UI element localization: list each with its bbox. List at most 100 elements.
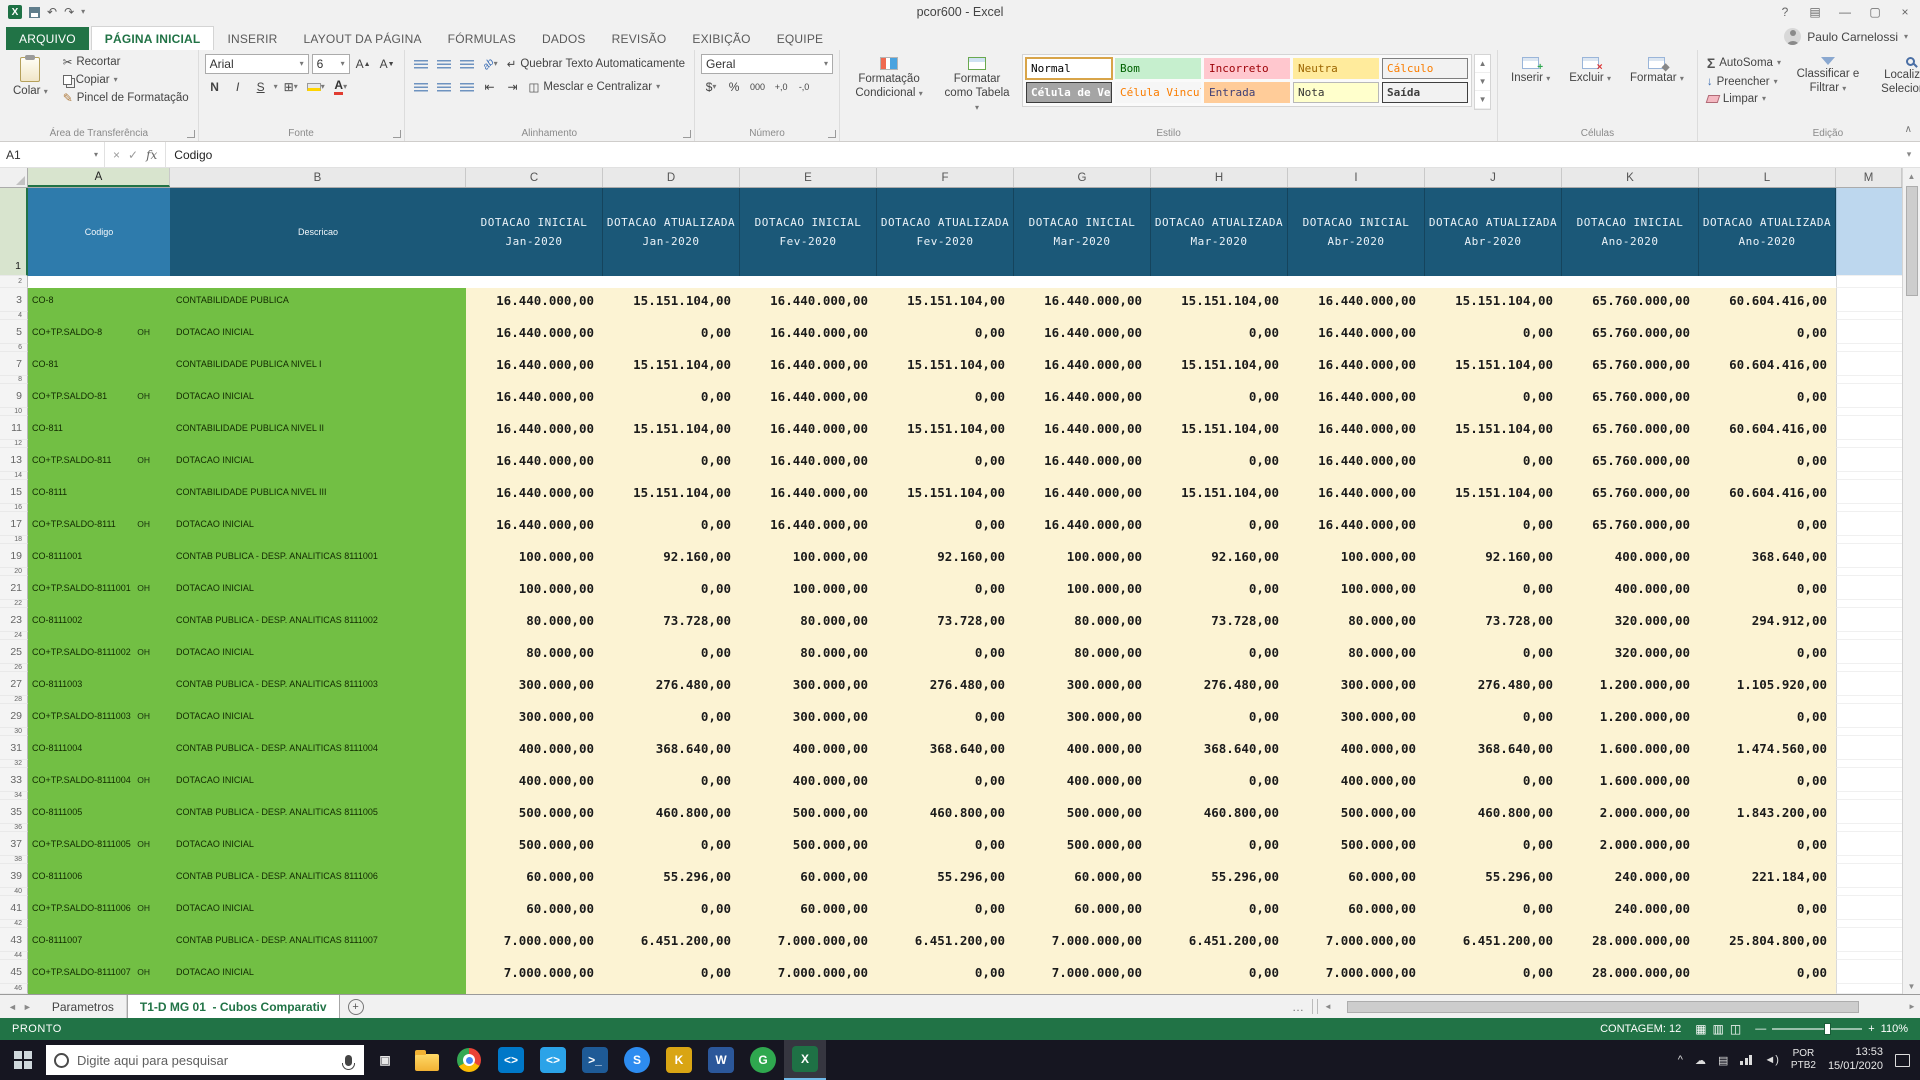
cell-value[interactable]: 0,00 [603, 960, 740, 984]
cell-value-empty[interactable] [1425, 760, 1562, 768]
cell-value-empty[interactable] [1562, 600, 1699, 608]
cell-desc-empty[interactable] [170, 632, 466, 640]
cell-value-empty[interactable] [603, 920, 740, 928]
cell-value-empty[interactable] [877, 408, 1014, 416]
cell-value-empty[interactable] [466, 696, 603, 704]
sheet-tab-parametros[interactable]: Parametros [40, 995, 127, 1018]
cell-value-empty[interactable] [877, 344, 1014, 352]
cell-value[interactable]: 2.000.000,00 [1562, 832, 1699, 856]
cell-value-empty[interactable] [1288, 888, 1425, 896]
vertical-scroll-thumb[interactable] [1906, 186, 1918, 296]
cell-value-empty[interactable] [603, 376, 740, 384]
cell-value[interactable]: 368.640,00 [1151, 736, 1288, 760]
cell-value-empty[interactable] [1699, 440, 1836, 448]
cell-value[interactable]: 7.000.000,00 [1288, 960, 1425, 984]
insert-cells-button[interactable]: + Inserir ▾ [1504, 54, 1557, 89]
cell-value-empty[interactable] [1014, 984, 1151, 994]
row-header-41[interactable]: 41 [0, 896, 28, 920]
cell-value[interactable]: 60.000,00 [740, 864, 877, 888]
normal-view-icon[interactable]: ▦ [1695, 1022, 1706, 1036]
blue-round-app-icon[interactable]: S [616, 1040, 658, 1080]
format-as-table-button[interactable]: Formatar como Tabela ▾ [937, 54, 1017, 117]
cell-value-empty[interactable] [1425, 696, 1562, 704]
cell-value-empty[interactable] [466, 856, 603, 864]
cell-value[interactable]: 400.000,00 [466, 768, 603, 792]
cell-value[interactable]: 300.000,00 [1014, 704, 1151, 728]
cell-style-incorreto[interactable]: Incorreto [1204, 58, 1290, 79]
row-header-17[interactable]: 17 [0, 512, 28, 536]
cell-value-empty[interactable] [740, 920, 877, 928]
row-header-22[interactable]: 22 [0, 600, 28, 608]
cell-value-empty[interactable] [1151, 696, 1288, 704]
cell-value-empty[interactable] [877, 984, 1014, 994]
cell-value-empty[interactable] [1425, 888, 1562, 896]
cell-value-empty[interactable] [1425, 312, 1562, 320]
cell-value[interactable]: 7.000.000,00 [1014, 960, 1151, 984]
cell-value[interactable]: 1.105.920,00 [1699, 672, 1836, 696]
cell-desc-empty[interactable] [170, 344, 466, 352]
cell-desc[interactable]: DOTACAO INICIAL [170, 448, 466, 472]
cell-code-empty[interactable] [28, 984, 170, 994]
cell-value-empty[interactable] [466, 824, 603, 832]
onedrive-cloud-icon[interactable]: ☁ [1695, 1054, 1706, 1067]
merge-center-button[interactable]: ◫Mesclar e Centralizar ▾ [526, 79, 664, 95]
cell-value-empty[interactable] [1014, 664, 1151, 672]
align-middle-button[interactable] [434, 54, 454, 74]
header-cell-period-3[interactable]: DOTACAO INICIALFev-2020 [740, 188, 877, 276]
cell-value-empty[interactable] [1151, 920, 1288, 928]
cell-code[interactable]: CO-8111006 [28, 864, 170, 888]
row-header-44[interactable]: 44 [0, 952, 28, 960]
cell-style-c-lculo[interactable]: Cálculo [1382, 58, 1468, 79]
search-input[interactable] [77, 1053, 337, 1068]
cell-value[interactable]: 16.440.000,00 [1288, 384, 1425, 408]
cell-value[interactable]: 15.151.104,00 [877, 352, 1014, 376]
cell-value-empty[interactable] [1699, 408, 1836, 416]
font-dialog-launcher-icon[interactable] [393, 130, 401, 138]
cell-value-empty[interactable] [1562, 472, 1699, 480]
align-left-button[interactable] [411, 77, 431, 97]
cell-empty[interactable] [1836, 384, 1902, 408]
cell-value-empty[interactable] [466, 952, 603, 960]
cell-value-empty[interactable] [603, 952, 740, 960]
cell-value[interactable]: 0,00 [603, 896, 740, 920]
name-box[interactable]: A1▾ [0, 142, 105, 167]
cell-value[interactable]: 7.000.000,00 [1288, 928, 1425, 952]
zoom-level[interactable]: 110% [1881, 1023, 1908, 1035]
cell-code[interactable]: CO-811 [28, 416, 170, 440]
cell-desc[interactable]: CONTAB PUBLICA - DESP. ANALITICAS 811100… [170, 736, 466, 760]
cell-value-empty[interactable] [1288, 952, 1425, 960]
cell-code[interactable]: CO-8111002 [28, 608, 170, 632]
action-center-icon[interactable] [1895, 1054, 1910, 1067]
cell-value-empty[interactable] [603, 568, 740, 576]
cell-value-empty[interactable] [1699, 344, 1836, 352]
cell-value[interactable]: 0,00 [1151, 896, 1288, 920]
cell-desc-empty[interactable] [170, 728, 466, 736]
cell-style-entrada[interactable]: Entrada [1204, 82, 1290, 103]
cell-value[interactable]: 16.440.000,00 [466, 352, 603, 376]
cell-value-empty[interactable] [466, 276, 603, 288]
cell-value[interactable]: 73.728,00 [1151, 608, 1288, 632]
cell-value-empty[interactable] [1014, 856, 1151, 864]
cell-value[interactable]: 2.000.000,00 [1562, 800, 1699, 824]
column-header-C[interactable]: C [466, 168, 603, 187]
cell-value[interactable]: 100.000,00 [1288, 576, 1425, 600]
cell-value-empty[interactable] [1288, 696, 1425, 704]
cell-code-empty[interactable] [28, 376, 170, 384]
cell-empty[interactable] [1836, 288, 1902, 312]
cell-value-empty[interactable] [1014, 696, 1151, 704]
row-header-36[interactable]: 36 [0, 824, 28, 832]
autosum-button[interactable]: ΣAutoSoma ▾ [1704, 54, 1784, 72]
cell-desc[interactable]: CONTAB PUBLICA - DESP. ANALITICAS 811100… [170, 672, 466, 696]
cell-value-empty[interactable] [877, 632, 1014, 640]
cell-value[interactable]: 15.151.104,00 [877, 288, 1014, 312]
cell-code-empty[interactable] [28, 952, 170, 960]
cell-value[interactable]: 0,00 [1699, 384, 1836, 408]
cell-empty[interactable] [1836, 512, 1902, 536]
cell-value[interactable]: 0,00 [1425, 448, 1562, 472]
cell-value-empty[interactable] [1014, 504, 1151, 512]
find-select-button[interactable]: Localizar e Selecionar ▾ [1872, 54, 1920, 100]
cell-value-empty[interactable] [1425, 376, 1562, 384]
clear-button[interactable]: Limpar ▾ [1704, 92, 1784, 106]
row-header-45[interactable]: 45 [0, 960, 28, 984]
cell-value-empty[interactable] [603, 440, 740, 448]
